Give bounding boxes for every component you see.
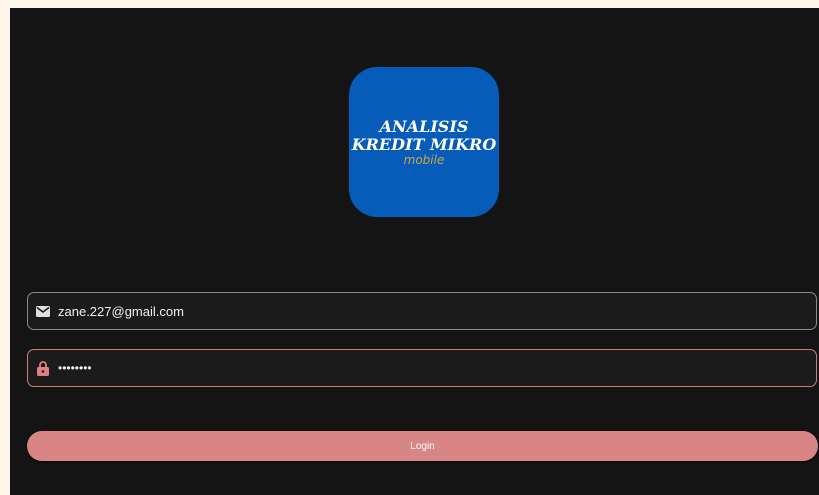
mail-icon bbox=[35, 303, 51, 319]
password-field[interactable]: •••••••• bbox=[27, 349, 817, 387]
email-input[interactable]: zane.227@gmail.com bbox=[58, 304, 184, 319]
app-logo: ANALISIS KREDIT MIKRO mobile bbox=[349, 67, 499, 217]
login-button[interactable]: Login bbox=[27, 431, 818, 461]
lock-icon bbox=[35, 360, 51, 376]
logo-subtitle: mobile bbox=[403, 152, 445, 167]
login-screen: ANALISIS KREDIT MIKRO mobile zane.227@gm… bbox=[10, 8, 819, 495]
password-input[interactable]: •••••••• bbox=[58, 361, 92, 375]
logo-title-line-1: ANALISIS bbox=[379, 116, 469, 136]
email-field[interactable]: zane.227@gmail.com bbox=[27, 292, 817, 330]
logo-title-line-2: KREDIT MIKRO bbox=[351, 134, 497, 154]
